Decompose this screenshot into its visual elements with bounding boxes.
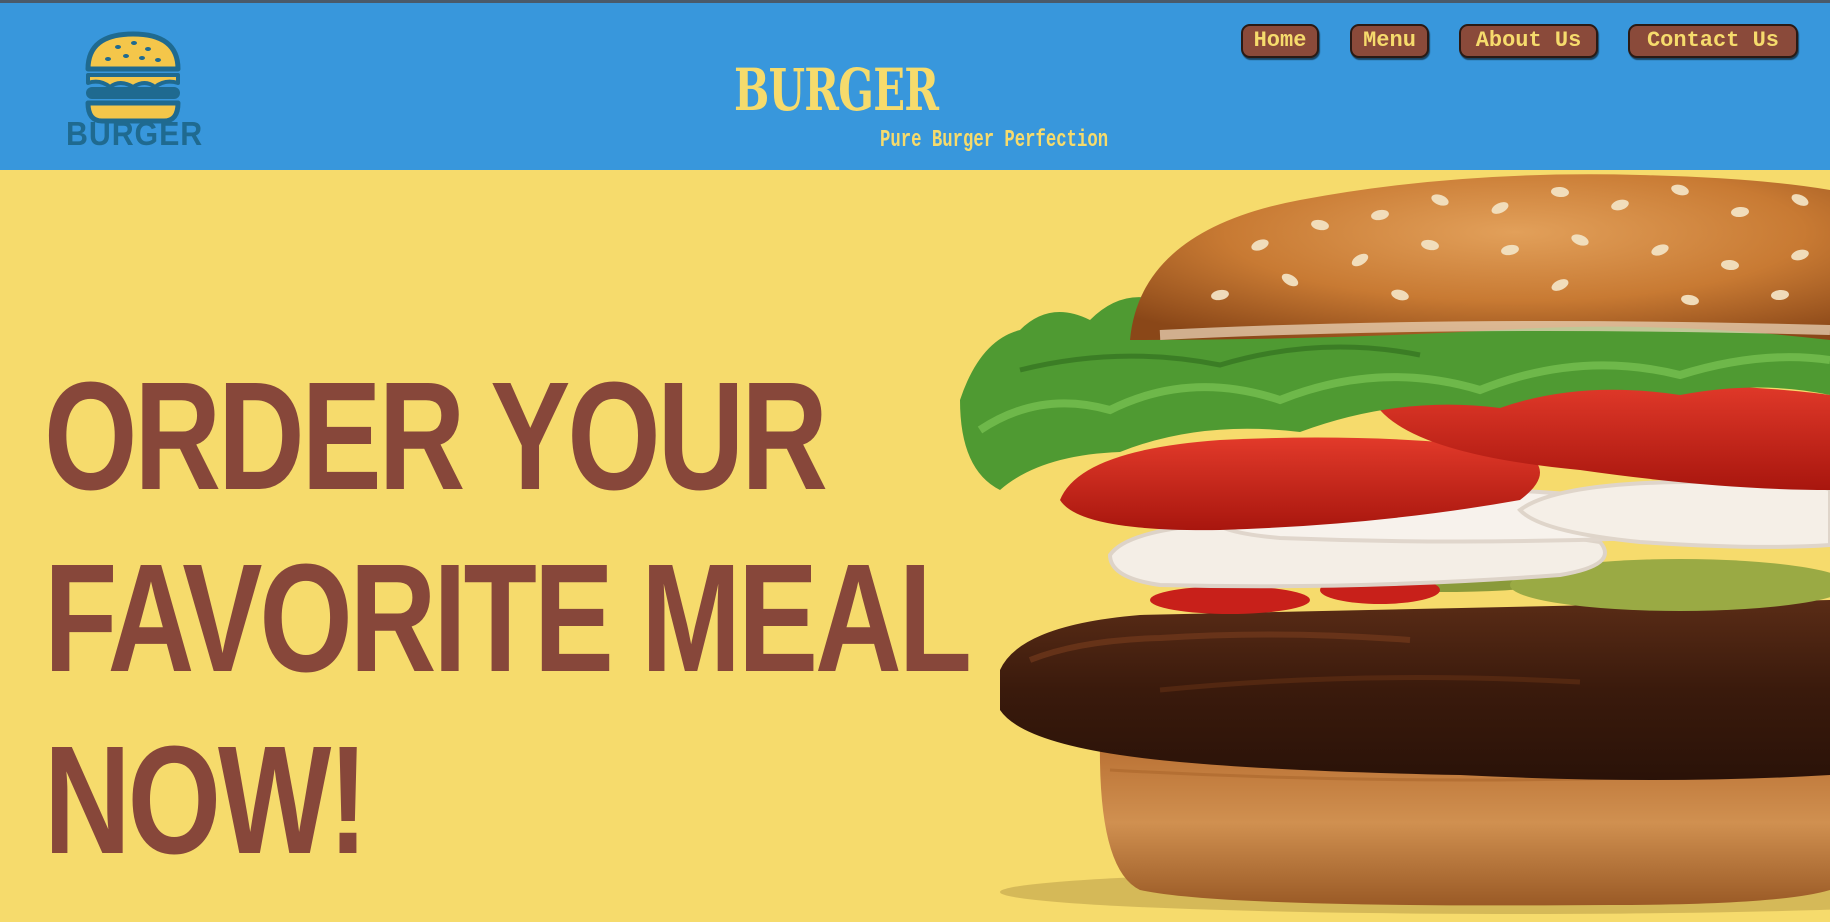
site-header: BURGER BURGER Pure Burger Perfection Hom… bbox=[0, 3, 1830, 170]
logo-text: BURGER bbox=[66, 115, 204, 152]
hero-section: ORDER YOUR FAVORITE MEAL NOW! bbox=[0, 170, 1830, 922]
site-title: BURGER bbox=[734, 56, 939, 124]
hero-headline-line-1: ORDER YOUR bbox=[44, 350, 828, 522]
nav-about-us-button[interactable]: About Us bbox=[1459, 24, 1598, 58]
site-tagline: Pure Burger Perfection bbox=[880, 127, 1109, 154]
nav-home-button[interactable]: Home bbox=[1241, 24, 1319, 58]
nav-menu-button[interactable]: Menu bbox=[1350, 24, 1429, 58]
burger-photo bbox=[960, 174, 1830, 914]
hero-headline-line-2: FAVORITE MEAL bbox=[44, 532, 972, 704]
hero-headline-line-3: NOW! bbox=[44, 714, 368, 886]
nav-contact-us-button[interactable]: Contact Us bbox=[1628, 24, 1798, 58]
